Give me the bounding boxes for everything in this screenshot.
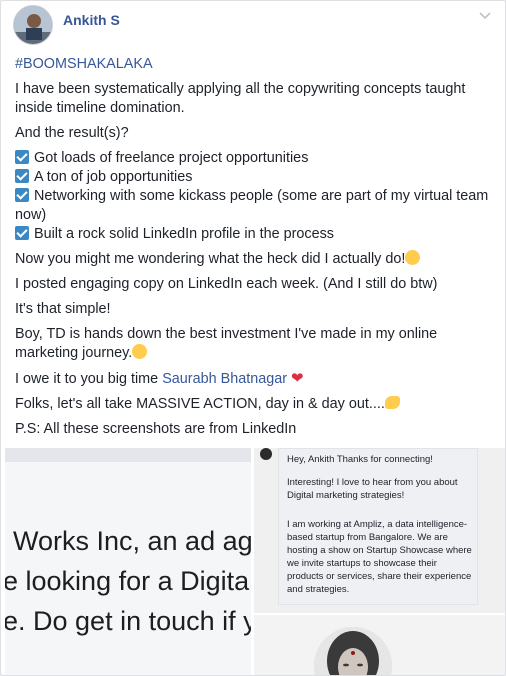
- flexed-biceps-icon: [384, 396, 400, 409]
- checkbox-icon: [15, 169, 29, 183]
- simple-text: It's that simple!: [15, 301, 111, 317]
- mention-link[interactable]: Saurabh Bhatnagar: [162, 371, 287, 387]
- gallery-photo-2[interactable]: Hey, Ankith Thanks for connecting! Inter…: [254, 448, 505, 613]
- checkbox-icon: [15, 188, 29, 202]
- gallery-photo-3[interactable]: [254, 615, 505, 675]
- thinking-face-icon: [405, 250, 421, 265]
- grinning-face-icon: [132, 344, 148, 359]
- intro-text: I have been systematically applying all …: [15, 81, 466, 116]
- profile-photo: [314, 627, 392, 675]
- posted-text: I posted engaging copy on LinkedIn each …: [15, 276, 438, 292]
- sender-avatar: [260, 448, 272, 460]
- checklist-item: Built a rock solid LinkedIn profile in t…: [15, 225, 495, 244]
- screenshot-text-line: Works Inc, an ad ag: [13, 526, 251, 556]
- checkbox-icon: [15, 226, 29, 240]
- checklist-item: Networking with some kickass people (som…: [15, 188, 489, 223]
- message-bubble: Hey, Ankith Thanks for connecting! Inter…: [278, 448, 478, 605]
- checklist-item: Got loads of freelance project opportuni…: [15, 149, 495, 168]
- message-content: Hey, Ankith Thanks for connecting! Inter…: [287, 453, 472, 602]
- post-header: Ankith S: [13, 5, 493, 45]
- results-checklist: Got loads of freelance project opportuni…: [15, 149, 495, 244]
- owe-text: I owe it to you big time Saurabh Bhatnag…: [15, 370, 304, 387]
- author-avatar[interactable]: [13, 5, 53, 45]
- avatar-photo-icon: [14, 6, 52, 44]
- result-label: And the result(s)?: [15, 125, 129, 141]
- checkbox-icon: [15, 150, 29, 164]
- investment-text: Boy, TD is hands down the best investmen…: [15, 326, 438, 361]
- ps-text: P.S: All these screenshots are from Link…: [15, 421, 297, 437]
- post-body: #BOOMSHAKALAKA I have been systematicall…: [15, 55, 495, 445]
- post-card: Ankith S #BOOMSHAKALAKA I have been syst…: [0, 0, 506, 676]
- message-para: Interesting! I love to hear from you abo…: [287, 477, 458, 501]
- chevron-down-icon[interactable]: [477, 7, 493, 23]
- photo-top-strip: [5, 448, 251, 462]
- photo-gallery: Works Inc, an ad ag e looking for a Digi…: [1, 448, 505, 675]
- red-heart-icon: ❤: [291, 370, 304, 387]
- folks-text: Folks, let's all take MASSIVE ACTION, da…: [15, 395, 495, 414]
- message-para: I am working at Ampliz, a data intellige…: [287, 519, 472, 595]
- checklist-item: A ton of job opportunities: [15, 168, 495, 187]
- screenshot-text-line: e looking for a Digita: [5, 566, 250, 596]
- woman-portrait-icon: [314, 627, 392, 675]
- wondering-text: Now you might me wondering what the heck…: [15, 250, 495, 269]
- gallery-photo-1[interactable]: Works Inc, an ad ag e looking for a Digi…: [5, 448, 251, 675]
- message-greeting: Hey, Ankith Thanks for connecting!: [287, 454, 433, 465]
- hashtag-link[interactable]: #BOOMSHAKALAKA: [15, 56, 153, 72]
- screenshot-text-line: e. Do get in touch if y: [5, 606, 251, 636]
- author-name[interactable]: Ankith S: [63, 12, 120, 28]
